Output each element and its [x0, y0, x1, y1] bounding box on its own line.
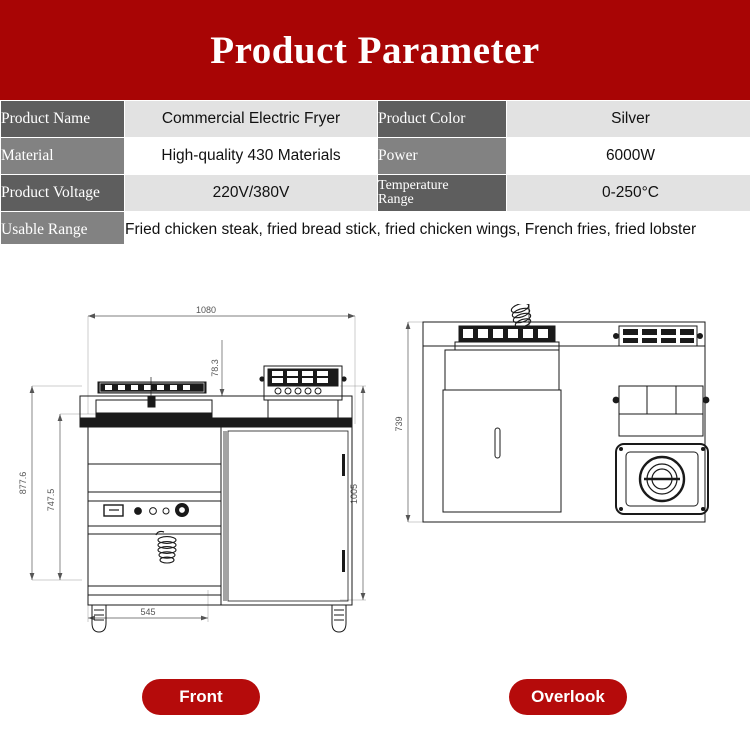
value-temperature-range: 0-250°C [506, 174, 750, 212]
table-row: Product Voltage 220V/380V Temperature Ra… [0, 174, 750, 212]
dim-overall-width: 1080 [196, 305, 216, 315]
caption-front[interactable]: Front [142, 679, 260, 715]
header-banner: Product Parameter [0, 0, 750, 100]
dim-depth: 739 [394, 416, 404, 431]
label-product-voltage: Product Voltage [0, 174, 125, 212]
label-power: Power [377, 137, 507, 175]
dim-overall-height: 877.6 [18, 472, 28, 495]
table-row: Usable Range Fried chicken steak, fried … [0, 211, 750, 249]
dim-total-height: 1005 [349, 484, 359, 504]
value-product-name: Commercial Electric Fryer [124, 100, 378, 138]
table-row: Product Name Commercial Electric Fryer P… [0, 100, 750, 138]
page-title: Product Parameter [210, 28, 540, 72]
label-usable-range: Usable Range [0, 211, 125, 249]
value-usable-range: Fried chicken steak, fried bread stick, … [124, 211, 750, 249]
caption-overlook[interactable]: Overlook [509, 679, 627, 715]
label-temperature-range-line1: Temperature [378, 178, 449, 193]
label-temperature-range: Temperature Range [377, 174, 507, 212]
label-product-name: Product Name [0, 100, 125, 138]
technical-drawing-area: 1080 78.3 877.6 747.5 1005 545 739 [0, 244, 750, 749]
dim-top-offset: 78.3 [210, 359, 220, 377]
value-product-voltage: 220V/380V [124, 174, 378, 212]
front-view-drawing: 1080 78.3 877.6 747.5 1005 545 [10, 304, 390, 644]
value-material: High-quality 430 Materials [124, 137, 378, 175]
label-product-color: Product Color [377, 100, 507, 138]
table-row: Material High-quality 430 Materials Powe… [0, 137, 750, 175]
product-parameter-table: Product Name Commercial Electric Fryer P… [0, 100, 750, 249]
value-product-color: Silver [506, 100, 750, 138]
label-material: Material [0, 137, 125, 175]
dim-work-height: 747.5 [46, 489, 56, 512]
overlook-view-drawing: 739 [390, 304, 745, 644]
value-power: 6000W [506, 137, 750, 175]
label-temperature-range-line2: Range [378, 192, 414, 207]
dim-base-width: 545 [140, 607, 155, 617]
